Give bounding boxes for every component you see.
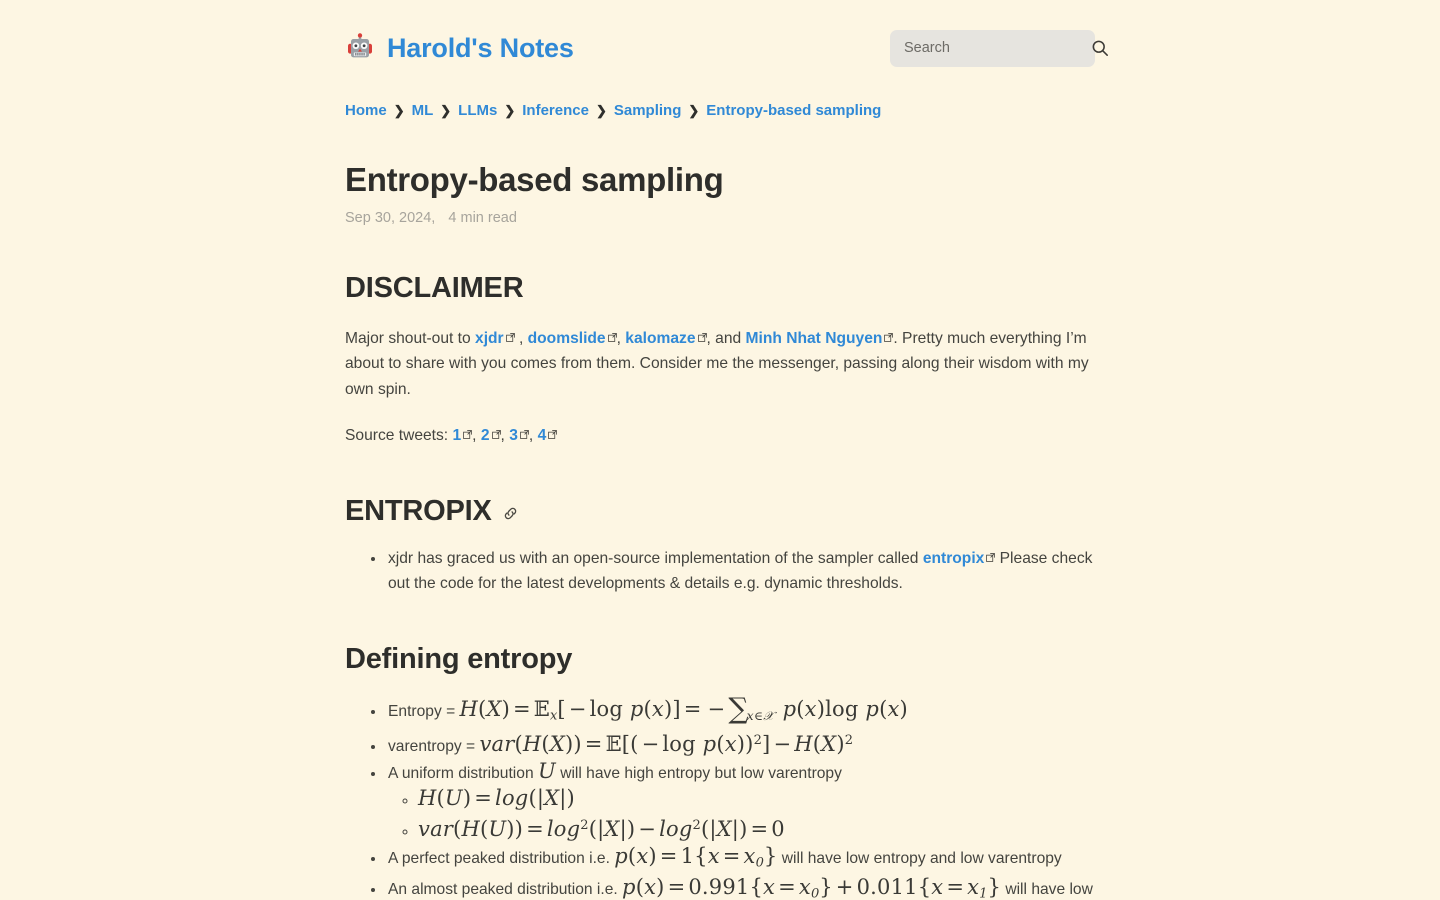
section-heading-entropix: ENTROPIX <box>345 495 1095 528</box>
external-link-icon <box>463 430 473 439</box>
section-heading-entropix-label: ENTROPIX <box>345 494 492 527</box>
disclaimer-sep-2: , <box>616 329 626 347</box>
entropix-bullet-prefix: xjdr has graced us with an open-source i… <box>388 549 923 567</box>
entropy-formula: H(X) = ᴇₓ[−log p(x)] = − ∑ₓ∈𝒳 p(x)log p(… <box>459 691 908 725</box>
list-item-perfect-peaked: A perfect peaked distribution i.e. p(x) … <box>386 844 1095 875</box>
external-link-icon <box>491 430 501 439</box>
chevron-right-icon: ❯ <box>440 103 452 118</box>
external-link-icon <box>548 430 558 439</box>
list-item-entropy: Entropy = H(X) = ᴇₓ[−log p(x)] = − ∑ₓ∈𝒳 … <box>386 694 1095 728</box>
search-icon[interactable] <box>1091 39 1109 57</box>
article-read-time: 4 min read <box>448 209 517 226</box>
link-entropix[interactable]: entropix <box>923 550 985 567</box>
disclaimer-sep-1: , <box>514 329 528 347</box>
external-link-icon <box>505 332 515 342</box>
disclaimer-sep-3: , and <box>706 329 746 347</box>
source-tweets-label: Source tweets: <box>345 427 453 445</box>
breadcrumb: Home ❯ ML ❯ LLMs ❯ Inference ❯ Sampling … <box>345 100 1095 122</box>
external-link-icon <box>986 552 996 562</box>
tweet-comma-3: , <box>528 427 538 445</box>
link-tweet-2-label: 2 <box>480 427 490 445</box>
article-meta: Sep 30, 2024, 4 min read <box>345 210 1095 226</box>
uniform-text-post: will have high entropy but low varentrop… <box>555 765 842 782</box>
uniform-symbol: U <box>537 759 556 783</box>
link-icon[interactable] <box>502 505 519 522</box>
link-tweet-3[interactable]: 3 <box>509 427 518 444</box>
page-title: Entropy-based sampling <box>345 161 724 198</box>
robot-icon <box>345 33 377 65</box>
varentropy-label: varentropy = <box>388 738 480 755</box>
chevron-right-icon: ❯ <box>688 103 700 118</box>
link-xjdr-label: xjdr <box>475 329 504 347</box>
uniform-entropy-formula: H(U) = log(|X|)H(U)=log(|X|) <box>418 786 575 810</box>
list-item-uniform: A uniform distribution U will have high … <box>386 759 1095 844</box>
list-item-almost-peaked: An almost peaked distribution i.e. p(x) … <box>386 875 1095 900</box>
disclaimer-paragraph: Major shout-out to xjdr , doomslide, kal… <box>345 326 1095 403</box>
link-doomslide-label: doomslide <box>527 329 606 347</box>
link-tweet-1[interactable]: 1 <box>452 427 461 444</box>
tweet-comma-1: , <box>472 427 481 445</box>
search-box[interactable] <box>890 29 1108 67</box>
almost-peaked-formula: p(x) = 0.991{x = x₀} + 0.011{x = x₁}p(x)… <box>622 875 1001 900</box>
link-xjdr[interactable]: xjdr <box>475 330 504 347</box>
peaked-text-post: will have low entropy and low varentropy <box>777 850 1062 868</box>
breadcrumb-item-current[interactable]: Entropy-based sampling <box>706 100 881 122</box>
link-kalomaze-label: kalomaze <box>625 329 696 347</box>
external-link-icon <box>607 332 617 342</box>
link-entropix-label: entropix <box>922 549 985 567</box>
tweet-comma-2: , <box>500 427 510 445</box>
breadcrumb-item-ml[interactable]: ML <box>412 100 434 122</box>
page-root: Harold's Notes Home ❯ ML ❯ LLMs ❯ Infere… <box>0 0 1440 900</box>
entropy-label: Entropy = <box>388 702 460 720</box>
breadcrumb-item-home[interactable]: Home <box>345 100 387 122</box>
defining-entropy-bullet-list: Entropy = H(X) = ᴇₓ[−log p(x)] = − ∑ₓ∈𝒳 … <box>345 694 1095 900</box>
content-column: Harold's Notes Home ❯ ML ❯ LLMs ❯ Infere… <box>345 0 1108 900</box>
chevron-right-icon: ❯ <box>595 103 607 118</box>
site-header: Harold's Notes <box>345 26 1108 70</box>
link-tweet-4-label: 4 <box>537 427 547 445</box>
link-minh-nhat-nguyen[interactable]: Minh Nhat Nguyen <box>746 330 883 347</box>
uniform-varentropy-formula: var(H(U)) = log²(|X|) − log²(|X|) = 0var… <box>418 817 785 842</box>
external-link-icon <box>884 332 894 342</box>
disclaimer-text-prefix: Major shout-out to <box>345 329 476 347</box>
uniform-sub-list: H(U) = log(|X|)H(U)=log(|X|) var(H(U)) =… <box>388 786 1095 844</box>
chevron-right-icon: ❯ <box>393 103 405 118</box>
chevron-right-icon: ❯ <box>504 103 516 118</box>
varentropy-formula: var(H(X)) = 𝔼[(−log p(x))²] − H(X)²var(H… <box>479 732 854 756</box>
entropix-bullet-list: xjdr has graced us with an open-source i… <box>345 546 1095 597</box>
section-heading-defining-entropy-label: Defining entropy <box>345 642 573 675</box>
site-brand[interactable]: Harold's Notes <box>345 32 574 64</box>
list-item: xjdr has graced us with an open-source i… <box>386 546 1095 597</box>
external-link-icon <box>697 332 707 342</box>
link-tweet-2[interactable]: 2 <box>481 427 490 444</box>
link-doomslide[interactable]: doomslide <box>528 330 606 347</box>
peaked-formula: p(x) = 1{x = x₀}p(x)=1{x=x0} <box>614 844 778 871</box>
uniform-text-pre: A uniform distribution <box>388 765 538 782</box>
site-title: Harold's Notes <box>387 32 574 63</box>
almost-text-pre: An almost peaked distribution i.e. <box>388 881 623 899</box>
link-kalomaze[interactable]: kalomaze <box>625 330 695 347</box>
link-tweet-4[interactable]: 4 <box>538 427 547 444</box>
section-heading-defining-entropy: Defining entropy <box>345 643 1095 676</box>
article-date: Sep 30, 2024, <box>345 209 436 226</box>
peaked-text-pre: A perfect peaked distribution i.e. <box>388 850 615 868</box>
breadcrumb-item-inference[interactable]: Inference <box>522 100 589 122</box>
section-heading-disclaimer-label: DISCLAIMER <box>345 271 524 304</box>
list-item-uniform-entropy: H(U) = log(|X|)H(U)=log(|X|) <box>418 786 1095 813</box>
link-tweet-1-label: 1 <box>452 427 462 445</box>
source-tweets-paragraph: Source tweets: 1, 2, 3, 4 <box>345 423 1095 449</box>
list-item-varentropy: varentropy = var(H(X)) = 𝔼[(−log p(x))²]… <box>386 728 1095 759</box>
section-heading-disclaimer: DISCLAIMER <box>345 272 1095 305</box>
breadcrumb-item-sampling[interactable]: Sampling <box>614 100 682 122</box>
breadcrumb-item-llms[interactable]: LLMs <box>458 100 497 122</box>
external-link-icon <box>520 430 529 439</box>
search-input[interactable] <box>904 40 1091 56</box>
link-minh-label: Minh Nhat Nguyen <box>745 329 883 347</box>
list-item-uniform-varentropy: var(H(U)) = log²(|X|) − log²(|X|) = 0var… <box>418 813 1095 844</box>
link-tweet-3-label: 3 <box>509 427 518 445</box>
